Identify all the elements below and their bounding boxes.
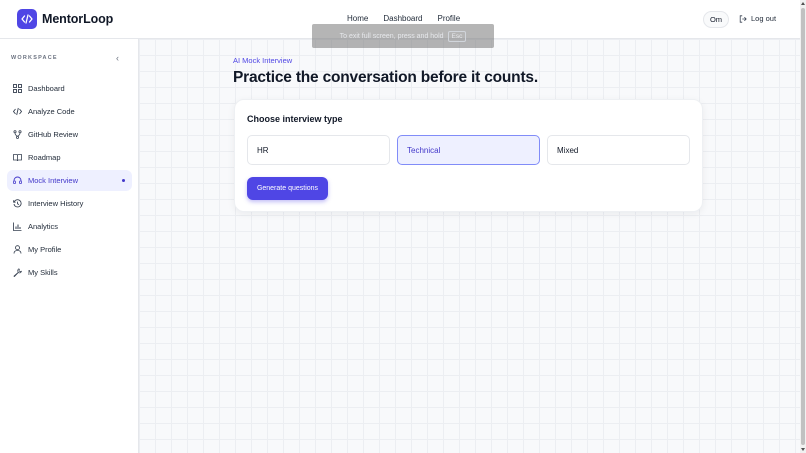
sidebar-item-label: My Skills: [28, 268, 58, 277]
interview-type-card: Choose interview type HR Technical Mixed…: [234, 99, 703, 212]
book-icon: [13, 153, 22, 162]
collapse-sidebar-icon[interactable]: ‹: [116, 53, 119, 63]
nav-link-dashboard[interactable]: Dashboard: [383, 14, 422, 23]
user-icon: [13, 245, 22, 254]
scrollbar-thumb[interactable]: [801, 8, 805, 445]
sidebar-item-label: Mock Interview: [28, 176, 79, 185]
logout-button[interactable]: Log out: [739, 14, 776, 23]
sidebar-item-label: Roadmap: [28, 153, 61, 162]
sidebar-item-dashboard[interactable]: Dashboard: [7, 78, 132, 99]
sidebar: WORKSPACE ‹ Dashboard Analyze Code GitHu…: [0, 39, 139, 453]
code-icon: [13, 107, 22, 116]
top-nav: Home Dashboard Profile: [347, 14, 475, 23]
nav-link-profile[interactable]: Profile: [437, 14, 460, 23]
esc-key-hint: Esc: [447, 30, 467, 42]
option-mixed[interactable]: Mixed: [547, 135, 690, 165]
card-title: Choose interview type: [247, 114, 343, 124]
git-branch-icon: [13, 130, 22, 139]
sidebar-item-roadmap[interactable]: Roadmap: [7, 147, 132, 168]
bar-chart-icon: [13, 222, 22, 231]
page-eyebrow: AI Mock Interview: [233, 56, 293, 65]
page-title: Practice the conversation before it coun…: [233, 69, 538, 86]
sidebar-item-analyze-code[interactable]: Analyze Code: [7, 101, 132, 122]
scroll-up-arrow-icon[interactable]: [801, 2, 805, 5]
grid-icon: [13, 84, 22, 93]
main-content: AI Mock Interview Practice the conversat…: [139, 39, 800, 453]
sidebar-item-analytics[interactable]: Analytics: [7, 216, 132, 237]
logout-icon: [739, 14, 747, 23]
wrench-icon: [13, 268, 22, 277]
sidebar-item-label: My Profile: [28, 245, 62, 254]
sidebar-item-my-profile[interactable]: My Profile: [7, 239, 132, 260]
sidebar-item-my-skills[interactable]: My Skills: [7, 262, 132, 283]
workspace-label: WORKSPACE: [11, 55, 58, 61]
option-technical[interactable]: Technical: [397, 135, 540, 165]
scroll-down-arrow-icon[interactable]: [801, 448, 805, 451]
sidebar-item-mock-interview[interactable]: Mock Interview: [7, 170, 132, 191]
toast-text: To exit full screen, press and hold: [339, 32, 444, 40]
sidebar-item-label: Interview History: [28, 199, 84, 208]
brand-logo-icon: [17, 9, 37, 29]
active-indicator-dot: [122, 179, 125, 182]
brand-name: MentorLoop: [42, 12, 114, 26]
sidebar-item-label: Dashboard: [28, 84, 65, 93]
page-scrollbar[interactable]: [800, 0, 806, 453]
fullscreen-exit-toast: To exit full screen, press and hold Esc: [312, 24, 494, 48]
option-hr[interactable]: HR: [247, 135, 390, 165]
sidebar-item-label: Analyze Code: [28, 107, 75, 116]
generate-questions-button[interactable]: Generate questions: [247, 177, 328, 200]
sidebar-item-label: GitHub Review: [28, 130, 79, 139]
sidebar-item-interview-history[interactable]: Interview History: [7, 193, 132, 214]
logout-label: Log out: [751, 14, 777, 23]
headset-icon: [13, 176, 22, 185]
history-icon: [13, 199, 22, 208]
user-avatar-chip[interactable]: Om: [703, 11, 729, 28]
sidebar-item-label: Analytics: [28, 222, 59, 231]
nav-link-home[interactable]: Home: [347, 14, 368, 23]
sidebar-item-github-review[interactable]: GitHub Review: [7, 124, 132, 145]
brand[interactable]: MentorLoop: [17, 9, 113, 29]
